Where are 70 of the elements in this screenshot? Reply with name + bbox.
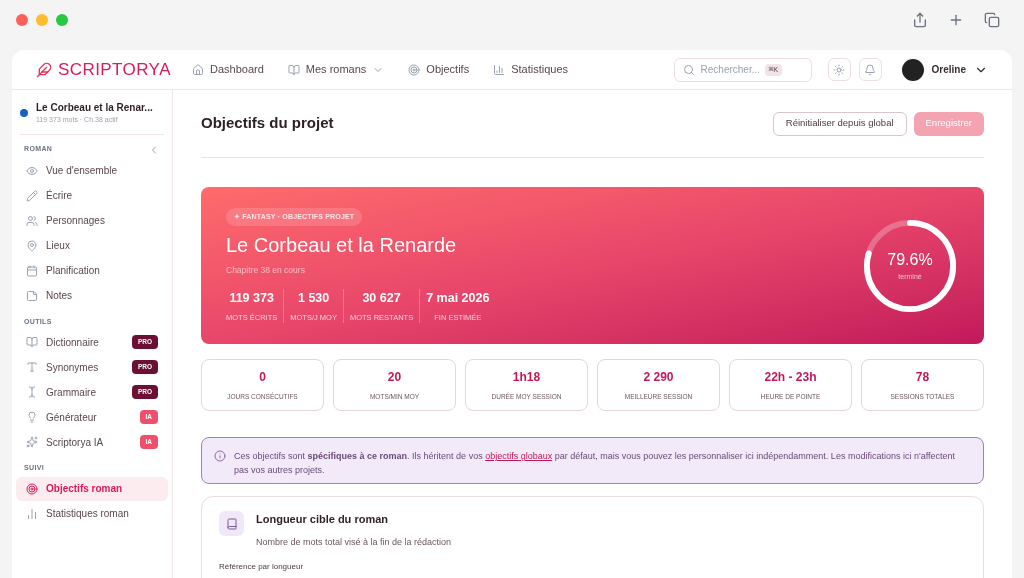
progress-percent: 79.6%: [887, 250, 933, 271]
stat-value: 1 530: [297, 290, 330, 308]
shortcut-key: ⌘K: [764, 63, 783, 76]
calendar-icon: [26, 264, 38, 277]
logo-icon: [36, 61, 52, 78]
note-icon: [26, 289, 38, 302]
stat-value: 7 mai 2026: [426, 290, 490, 308]
theme-button[interactable]: [827, 58, 851, 81]
nav-link[interactable]: Dashboard: [192, 61, 264, 78]
sidebar-item[interactable]: Planification: [16, 258, 168, 283]
info-icon: [214, 450, 226, 462]
bell-icon: [864, 63, 877, 76]
avatar: [901, 58, 924, 81]
project-title: Le Corbeau et la Renar...: [36, 101, 153, 115]
nav-link[interactable]: Statistiques: [493, 61, 569, 78]
sidebar-item[interactable]: Notes: [16, 283, 168, 308]
nav-link[interactable]: Mes romans: [287, 61, 385, 78]
metric-value: 20: [387, 369, 402, 387]
user-menu[interactable]: Oreline: [901, 58, 988, 81]
sidebar-item[interactable]: Écrire: [16, 183, 168, 208]
nav-link[interactable]: Objectifs: [408, 61, 470, 78]
close-window-button[interactable]: [16, 14, 28, 26]
brand-name: SCRIPTORYA: [58, 58, 171, 81]
stat-value: 30 627: [362, 290, 401, 308]
hero-subtitle: Chapitre 38 en cours: [226, 264, 306, 278]
eye-icon: [26, 164, 38, 177]
pencil-icon: [26, 189, 38, 202]
page-title: Objectifs du projet: [201, 113, 334, 134]
info-text: Ces objectifs sont spécifiques à ce roman. Ils héritent de vos objectifs globaux par défaut, mais vous pouvez les personnaliser ici indépendamment. Les modifications ici n'affectent pas vos autres projets.: [234, 450, 956, 477]
lightbulb-icon: [26, 411, 38, 423]
book-icon: [287, 63, 300, 76]
plus-icon[interactable]: [948, 12, 964, 28]
share-icon[interactable]: [912, 12, 928, 28]
target-icon: [408, 63, 421, 76]
book-icon: [26, 336, 38, 348]
sidebar-item[interactable]: Personnages: [16, 208, 168, 233]
sidebar-item[interactable]: Statistiques roman: [16, 501, 168, 526]
section-title: Longueur cible du roman: [256, 512, 389, 527]
search-input[interactable]: Rechercher...: [700, 62, 759, 77]
minimize-window-button[interactable]: [36, 14, 48, 26]
bar-chart-icon: [26, 507, 38, 520]
field-label: Référence par longueur: [219, 561, 305, 573]
notifications-button[interactable]: [858, 58, 882, 81]
book-icon: [225, 517, 238, 530]
map-pin-icon: [26, 239, 38, 252]
sun-icon: [833, 63, 846, 76]
maximize-window-button[interactable]: [56, 14, 68, 26]
stat-value: 119 373: [229, 290, 274, 308]
search-field[interactable]: Rechercher... ⌘K: [673, 57, 812, 82]
metric-value: 1h18: [512, 369, 541, 387]
users-icon: [26, 214, 38, 227]
chart-icon: [493, 63, 506, 76]
metric-value: 0: [259, 369, 266, 387]
sidebar-item[interactable]: Lieux: [16, 233, 168, 258]
copy-icon[interactable]: [984, 12, 1000, 28]
home-icon: [192, 63, 204, 76]
global-goals-link[interactable]: objectifs globaux: [485, 451, 553, 461]
metric-value: 22h - 23h: [764, 369, 817, 387]
metric-value: 78: [915, 369, 930, 387]
sparkles-icon: [26, 436, 38, 448]
text-cursor-icon: [26, 386, 38, 398]
search-icon: [682, 63, 695, 76]
sidebar-item[interactable]: Vue d'ensemble: [16, 158, 168, 183]
target-icon: [26, 482, 38, 495]
sidebar-item[interactable]: Objectifs roman: [16, 476, 168, 501]
metric-value: 2 290: [643, 369, 674, 387]
section-description: Nombre de mots total visé à la fin de la rédaction: [256, 535, 452, 549]
hero-title: Le Corbeau et la Renarde: [226, 233, 458, 259]
text-icon: [26, 361, 38, 373]
reset-button[interactable]: Réinitialiser depuis global: [772, 111, 907, 136]
